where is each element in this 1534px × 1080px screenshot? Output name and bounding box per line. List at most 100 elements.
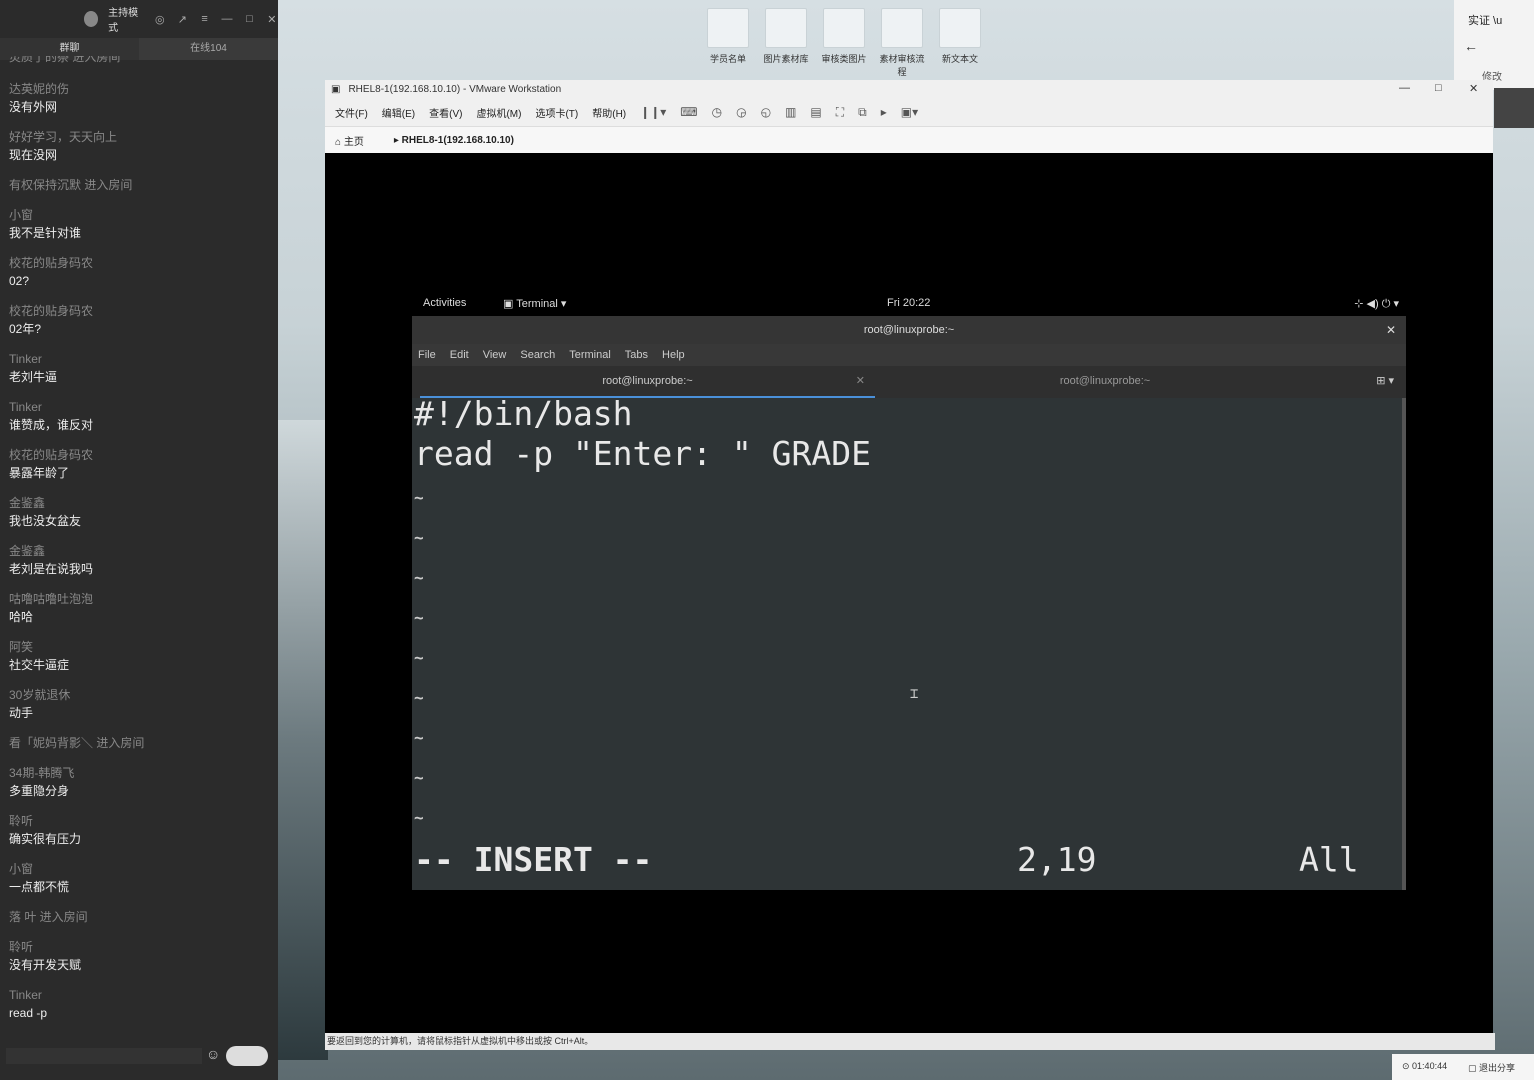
sender-name[interactable]: 小窗 bbox=[9, 206, 278, 224]
emoji-icon[interactable]: ☺ bbox=[206, 1046, 220, 1062]
vmware-title: RHEL8-1(192.168.10.10) - VMware Workstat… bbox=[348, 83, 562, 95]
maximize-icon[interactable]: □ bbox=[243, 13, 255, 25]
terminal-window: root@linuxprobe:~ ✕ File Edit View Searc… bbox=[412, 316, 1406, 890]
new-tab-menu[interactable]: ⊞ ▾ bbox=[1376, 374, 1394, 387]
code-line-1: #!/bin/bash bbox=[414, 394, 633, 433]
menu-edit[interactable]: 编辑(E) bbox=[382, 105, 415, 120]
close-icon[interactable]: ✕ bbox=[1386, 316, 1396, 344]
library-icon[interactable]: ▥ bbox=[785, 105, 796, 119]
send-button[interactable] bbox=[226, 1046, 268, 1066]
chat-mode-label: 主持模式 bbox=[108, 8, 139, 34]
tab-vm[interactable]: ▸ RHEL8-1(192.168.10.10) bbox=[394, 135, 514, 146]
desktop-landscape bbox=[278, 420, 328, 1060]
chat-message: 30岁就退休动手 bbox=[9, 686, 278, 722]
menu-vm[interactable]: 虚拟机(M) bbox=[476, 105, 521, 120]
view-options-icon[interactable]: ▣▾ bbox=[901, 105, 918, 119]
sender-name[interactable]: Tinker bbox=[9, 398, 278, 416]
manage-snapshots-icon[interactable]: ◵ bbox=[761, 105, 771, 119]
sender-name[interactable]: 阿笑 bbox=[9, 638, 278, 656]
chat-message-list[interactable]: 灵质了的祭 进入房间 达英妮的伤 没有外网 好好学习，天天向上 现在没网 有权保持沉默 … bbox=[0, 56, 278, 1040]
settings-icon[interactable]: ◎ bbox=[154, 13, 166, 26]
maximize-icon[interactable]: □ bbox=[1435, 82, 1442, 94]
menu-help[interactable]: Help bbox=[662, 349, 685, 361]
menu-tabs[interactable]: Tabs bbox=[625, 349, 648, 361]
message-text: read -p bbox=[9, 1006, 48, 1020]
message-text: 动手 bbox=[9, 706, 34, 720]
desktop-icon[interactable]: 学员名单 bbox=[702, 8, 754, 78]
chat-message: 校花的贴身码农暴露年龄了 bbox=[9, 446, 278, 482]
vm-screen[interactable]: Activities ▣ Terminal ▾ Fri 20:22 ⊹ ◀) ⏻… bbox=[325, 153, 1493, 1033]
app-menu[interactable]: ▣ Terminal ▾ bbox=[503, 297, 566, 310]
terminal-title: root@linuxprobe:~ bbox=[863, 324, 955, 336]
desktop-icon[interactable]: 审核类图片 bbox=[818, 8, 870, 78]
sender-name[interactable]: 校花的贴身码农 bbox=[9, 254, 278, 272]
snapshot-icon[interactable]: ◷ bbox=[712, 105, 722, 119]
sender-name[interactable]: 达英妮的伤 bbox=[9, 80, 278, 98]
desktop-icon[interactable]: 素材审核流程 bbox=[876, 8, 928, 78]
send-keys-icon[interactable]: ⌨ bbox=[680, 105, 697, 119]
sender-name[interactable]: 金鉴鑫 bbox=[9, 542, 278, 560]
close-icon[interactable]: ✕ bbox=[266, 13, 278, 26]
sender-name[interactable]: Tinker bbox=[9, 350, 278, 368]
menu-help[interactable]: 帮助(H) bbox=[592, 105, 626, 120]
menu-tabs[interactable]: 选项卡(T) bbox=[535, 105, 578, 120]
menu-icon[interactable]: ≡ bbox=[198, 13, 210, 25]
menu-view[interactable]: View bbox=[483, 349, 507, 361]
vim-editor[interactable]: #!/bin/bash read -p "Enter: " GRADE ~ ~ … bbox=[412, 394, 1402, 890]
tab-home[interactable]: ⌂ 主页 bbox=[335, 133, 364, 148]
thumbnail-icon[interactable]: ▤ bbox=[810, 105, 821, 119]
sender-name[interactable]: 小窗 bbox=[9, 860, 278, 878]
menu-terminal[interactable]: Terminal bbox=[569, 349, 611, 361]
minimize-icon[interactable]: — bbox=[221, 13, 233, 25]
vmware-titlebar: ▣ RHEL8-1(192.168.10.10) - VMware Workst… bbox=[325, 80, 1493, 98]
menu-edit[interactable]: Edit bbox=[450, 349, 469, 361]
sender-name[interactable]: Tinker bbox=[9, 986, 278, 1004]
menu-view[interactable]: 查看(V) bbox=[429, 105, 462, 120]
minimize-icon[interactable]: — bbox=[1399, 82, 1410, 94]
chat-message: Tinker 谁赞成，谁反对 bbox=[9, 398, 278, 434]
side-window-title: 实证 \u bbox=[1468, 15, 1503, 27]
clock[interactable]: Fri 20:22 bbox=[887, 297, 930, 309]
console-icon[interactable]: ▸ bbox=[881, 105, 887, 119]
network-icon: ⊹ bbox=[1354, 298, 1364, 310]
menu-file[interactable]: 文件(F) bbox=[335, 105, 368, 120]
vmware-logo-icon: ▣ bbox=[331, 83, 341, 95]
unity-icon[interactable]: ⧉ bbox=[858, 105, 867, 120]
menu-file[interactable]: File bbox=[418, 349, 436, 361]
system-message: 灵质了的祭 进入房间 bbox=[9, 56, 121, 64]
close-icon[interactable]: ✕ bbox=[1469, 82, 1478, 95]
desktop-icon[interactable]: 图片素材库 bbox=[760, 8, 812, 78]
message-text: 02? bbox=[9, 274, 30, 288]
popout-icon[interactable]: ↗ bbox=[176, 13, 188, 26]
share-bar: ⊙ 01:40:44 ▢ 退出分享 bbox=[1392, 1054, 1534, 1080]
chat-message: 小窗 我不是针对谁 bbox=[9, 206, 278, 242]
pause-icon[interactable]: ❙❙▾ bbox=[640, 105, 666, 119]
sender-name[interactable]: 聆听 bbox=[9, 938, 278, 956]
desktop-icon[interactable]: 新文本文 bbox=[934, 8, 986, 78]
close-tab-icon[interactable]: ✕ bbox=[856, 366, 865, 396]
activities-button[interactable]: Activities bbox=[423, 297, 466, 309]
vmware-window: ▣ RHEL8-1(192.168.10.10) - VMware Workst… bbox=[325, 80, 1495, 1050]
sender-name[interactable]: 咕噜咕噜吐泡泡 bbox=[9, 590, 278, 608]
sender-name[interactable]: 金鉴鑫 bbox=[9, 494, 278, 512]
fullscreen-icon[interactable]: ⛶ bbox=[836, 105, 844, 120]
sender-name[interactable]: 校花的贴身码农 bbox=[9, 446, 278, 464]
message-text: 暴露年龄了 bbox=[9, 466, 70, 480]
message-text: 哈哈 bbox=[9, 610, 34, 624]
terminal-tab[interactable]: root@linuxprobe:~ bbox=[875, 366, 1335, 398]
empty-line-marker: ~ bbox=[414, 648, 424, 667]
system-menu[interactable]: ⊹ ◀) ⏻ ▾ bbox=[1354, 297, 1399, 311]
back-arrow-icon[interactable]: ← bbox=[1464, 38, 1478, 54]
sender-name[interactable]: 好好学习，天天向上 bbox=[9, 128, 278, 146]
sender-name[interactable]: 34期-韩腾飞 bbox=[9, 764, 278, 782]
restore-snapshot-icon[interactable]: ◶ bbox=[736, 105, 746, 119]
exit-share-button[interactable]: ▢ 退出分享 bbox=[1468, 1061, 1515, 1074]
chat-input[interactable] bbox=[6, 1048, 202, 1064]
sender-name[interactable]: 聆听 bbox=[9, 812, 278, 830]
sender-name[interactable]: 校花的贴身码农 bbox=[9, 302, 278, 320]
menu-search[interactable]: Search bbox=[520, 349, 555, 361]
terminal-menubar: File Edit View Search Terminal Tabs Help bbox=[412, 344, 1406, 366]
terminal-scrollbar[interactable] bbox=[1402, 398, 1406, 890]
terminal-titlebar: root@linuxprobe:~ ✕ bbox=[412, 316, 1406, 344]
sender-name[interactable]: 30岁就退休 bbox=[9, 686, 278, 704]
